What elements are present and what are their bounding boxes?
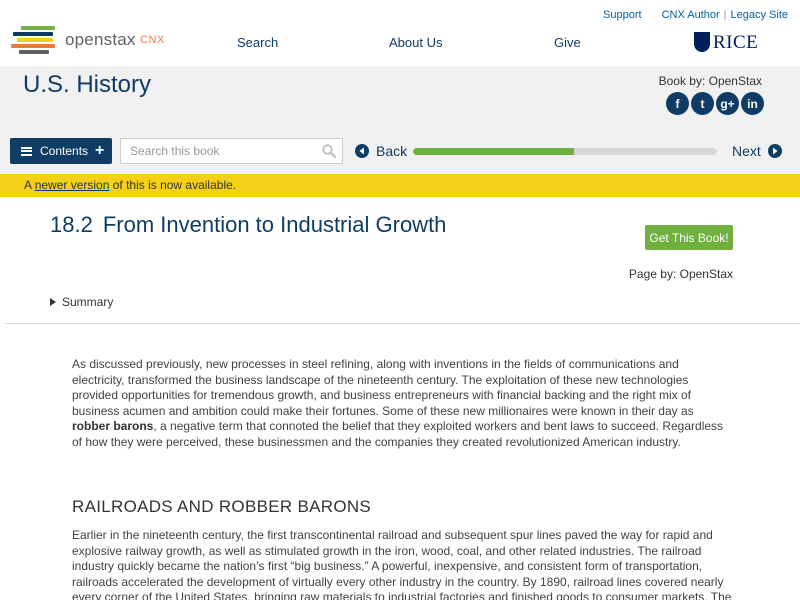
list-icon xyxy=(21,146,32,156)
newer-version-link[interactable]: newer version xyxy=(35,178,110,192)
rice-shield-icon xyxy=(694,32,710,52)
twitter-icon[interactable]: t xyxy=(691,92,714,115)
nav-about-us[interactable]: About Us xyxy=(389,35,442,50)
support-link[interactable]: Support xyxy=(603,9,642,21)
linkedin-icon[interactable]: in xyxy=(741,92,764,115)
page-title: 18.2 From Invention to Industrial Growth xyxy=(50,212,446,238)
contents-label: Contents xyxy=(40,144,89,158)
term-robber-barons: robber barons xyxy=(72,419,154,433)
nav-search[interactable]: Search xyxy=(237,35,278,50)
paragraph-text: , a negative term that connoted the beli… xyxy=(72,419,724,449)
book-title[interactable]: U.S. History xyxy=(23,71,151,99)
paragraph-railroads: Earlier in the nineteenth century, the f… xyxy=(72,528,732,600)
back-button[interactable]: Back xyxy=(355,143,407,159)
site-header: openstax CNX Support CNX Author | Legacy… xyxy=(0,0,800,66)
logo-text: openstax xyxy=(65,30,136,49)
chapter-title: From Invention to Industrial Growth xyxy=(102,212,447,237)
book-author: Book by: OpenStax xyxy=(658,74,762,88)
paragraph-intro: As discussed previously, new processes i… xyxy=(72,357,732,450)
search-icon[interactable] xyxy=(322,144,336,158)
back-label: Back xyxy=(376,143,408,159)
chapter-number: 18.2 xyxy=(50,212,93,237)
top-links: Support CNX Author | Legacy Site xyxy=(603,9,788,21)
rice-logo-text: RICE xyxy=(713,32,759,53)
next-button[interactable]: Next xyxy=(732,143,782,159)
divider xyxy=(4,323,800,324)
rice-logo[interactable]: RICE xyxy=(694,32,758,54)
legacy-site-link[interactable]: Legacy Site xyxy=(731,9,788,21)
search-input[interactable] xyxy=(121,139,311,163)
search-box xyxy=(120,138,343,164)
notice-suffix: of this is now available. xyxy=(109,178,237,192)
book-band: U.S. History Book by: OpenStax f t g+ in… xyxy=(0,66,800,174)
contents-button[interactable]: Contents + xyxy=(10,138,112,164)
nav-give[interactable]: Give xyxy=(554,35,581,50)
openstax-logo[interactable]: openstax CNX xyxy=(11,24,171,56)
paragraph-text: As discussed previously, new processes i… xyxy=(72,357,694,418)
section-heading: RAILROADS AND ROBBER BARONS xyxy=(72,497,372,516)
plus-icon: + xyxy=(95,142,105,159)
page-author: Page by: OpenStax xyxy=(628,267,733,281)
summary-toggle[interactable]: Summary xyxy=(50,295,113,309)
notice-prefix: A xyxy=(24,178,35,192)
logo-cnx: CNX xyxy=(140,34,165,46)
triangle-right-icon xyxy=(50,298,56,306)
newer-version-notice: A newer version of this is now available… xyxy=(0,174,800,197)
summary-label: Summary xyxy=(62,295,114,309)
progress-fill xyxy=(413,148,575,155)
link-separator: | xyxy=(723,9,727,21)
openstax-logo-icon xyxy=(11,24,57,54)
get-this-book-button[interactable]: Get This Book! xyxy=(645,225,733,250)
google-plus-icon[interactable]: g+ xyxy=(716,92,739,115)
back-arrow-icon xyxy=(355,144,369,158)
next-arrow-icon xyxy=(767,144,782,158)
progress-bar xyxy=(413,148,717,155)
next-label: Next xyxy=(732,143,761,159)
facebook-icon[interactable]: f xyxy=(666,92,689,115)
cnx-author-link[interactable]: CNX Author xyxy=(662,9,720,21)
social-share: f t g+ in xyxy=(666,92,764,115)
